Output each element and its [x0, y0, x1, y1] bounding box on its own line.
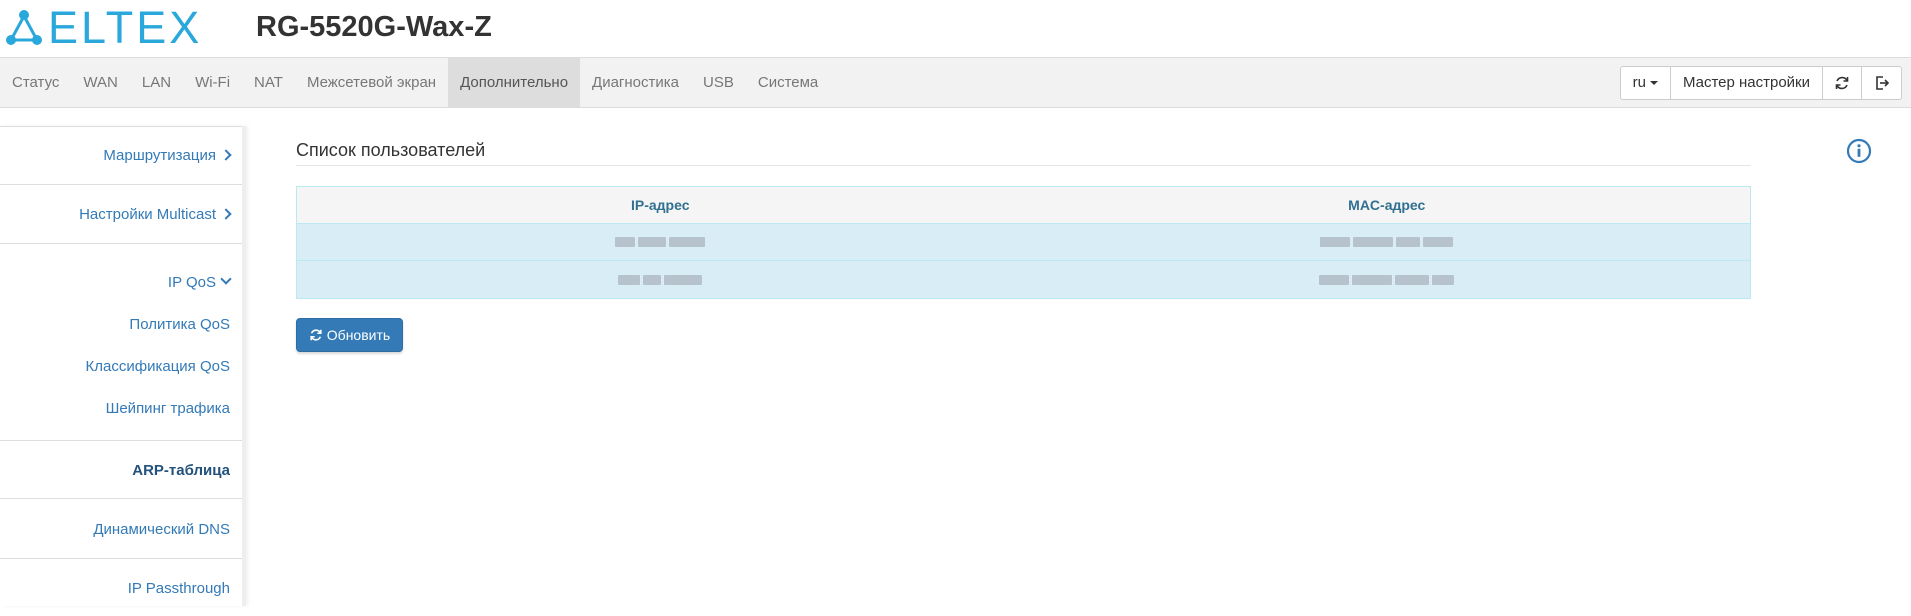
nav-item-system[interactable]: Система — [746, 58, 830, 107]
sidebar-item-ip-passthrough[interactable]: IP Passthrough — [0, 559, 242, 616]
chevron-right-icon — [220, 208, 232, 220]
language-dropdown[interactable]: ru — [1621, 67, 1671, 99]
users-table: IP-адрес MAC-адрес — [296, 186, 1751, 299]
refresh-icon — [310, 329, 322, 341]
nav-item-wifi[interactable]: Wi-Fi — [183, 58, 242, 107]
table-header: IP-адрес MAC-адрес — [297, 187, 1750, 224]
redacted-ip — [618, 274, 703, 285]
sidebar-item-ip-qos[interactable]: IP QoS — [0, 262, 242, 304]
caret-down-icon — [1649, 81, 1658, 85]
eltex-logo-icon — [6, 10, 42, 45]
column-header-ip: IP-адрес — [630, 197, 690, 213]
logo-text: ELTEX — [48, 2, 203, 53]
refresh-icon — [1835, 76, 1849, 90]
logout-icon — [1875, 76, 1889, 90]
app-header: ELTEX RG-5520G-Wax-Z — [0, 0, 1911, 57]
sidebar-item-qos-policy[interactable]: Политика QoS — [0, 304, 242, 346]
nav-toolbar: ru Мастер настройки — [1619, 66, 1902, 100]
refresh-button-label: Обновить — [326, 327, 391, 343]
refresh-page-button[interactable] — [1823, 67, 1862, 99]
mac-cell — [1024, 261, 1751, 298]
nav-item-firewall[interactable]: Межсетевой экран — [295, 58, 448, 107]
refresh-button[interactable]: Обновить — [296, 318, 403, 352]
ip-cell — [297, 224, 1024, 260]
redacted-ip — [615, 237, 706, 247]
sidebar-item-label: Настройки Multicast — [79, 206, 216, 223]
sidebar-item-dynamic-dns[interactable]: Динамический DNS — [0, 500, 242, 559]
nav-item-advanced[interactable]: Дополнительно — [448, 58, 581, 107]
nav-item-nat[interactable]: NAT — [242, 58, 295, 107]
sidebar-item-label: Маршрутизация — [103, 147, 216, 164]
nav-item-usb[interactable]: USB — [691, 58, 746, 107]
nav-item-diagnostics[interactable]: Диагностика — [580, 58, 691, 107]
redacted-mac — [1319, 274, 1455, 285]
nav-item-wan[interactable]: WAN — [71, 58, 129, 107]
sidebar-item-multicast[interactable]: Настройки Multicast — [0, 185, 242, 244]
device-model: RG-5520G-Wax-Z — [256, 11, 492, 43]
info-icon — [1846, 138, 1872, 164]
table-row — [297, 224, 1750, 261]
title-divider — [296, 165, 1751, 166]
top-navbar: Статус WAN LAN Wi-Fi NAT Межсетевой экра… — [0, 57, 1911, 108]
chevron-right-icon — [220, 149, 232, 161]
sidebar-item-qos-classification[interactable]: Классификация QoS — [0, 346, 242, 388]
sidebar-item-label: IP QoS — [167, 274, 216, 291]
info-button[interactable] — [1846, 138, 1872, 167]
mac-cell — [1024, 224, 1751, 260]
eltex-logo[interactable]: ELTEX — [4, 2, 203, 53]
sidebar-item-routing[interactable]: Маршрутизация — [0, 126, 242, 185]
column-header-mac: MAC-адрес — [1348, 197, 1426, 213]
ip-cell — [297, 261, 1024, 298]
setup-wizard-button[interactable]: Мастер настройки — [1671, 67, 1823, 99]
sidebar-item-traffic-shaping[interactable]: Шейпинг трафика — [0, 388, 242, 430]
language-value: ru — [1632, 74, 1646, 91]
nav-item-lan[interactable]: LAN — [130, 58, 183, 107]
redacted-mac — [1320, 237, 1454, 247]
logout-button[interactable] — [1862, 67, 1901, 99]
nav-menu: Статус WAN LAN Wi-Fi NAT Межсетевой экра… — [0, 58, 830, 107]
table-row — [297, 261, 1750, 298]
page-title: Список пользователей — [296, 140, 486, 160]
nav-item-status[interactable]: Статус — [0, 58, 71, 107]
sidebar-item-arp-table[interactable]: ARP-таблица — [0, 440, 242, 499]
sidebar: Маршрутизация Настройки Multicast IP QoS… — [0, 126, 246, 606]
chevron-down-icon — [220, 273, 232, 285]
